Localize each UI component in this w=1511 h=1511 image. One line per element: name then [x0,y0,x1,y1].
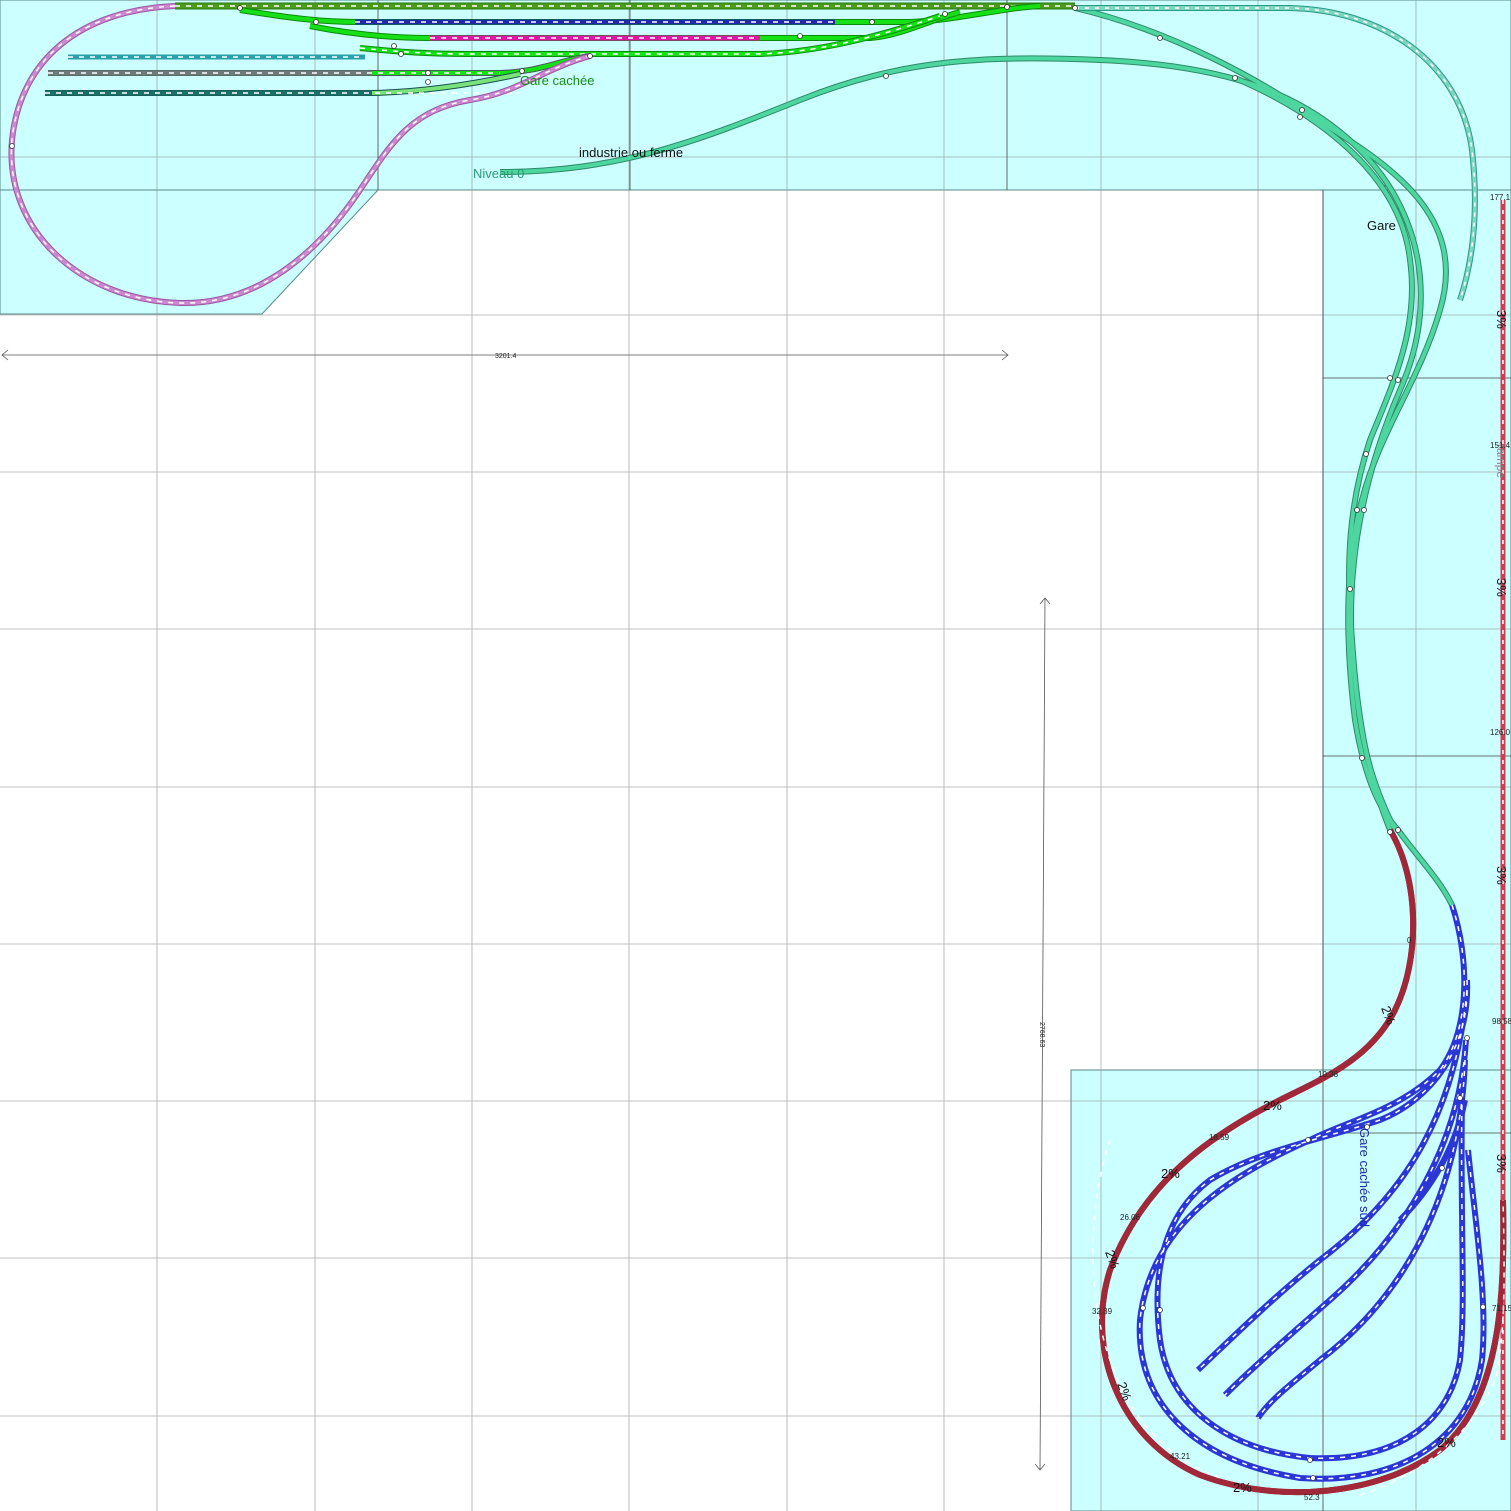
gare-cachee-label: Gare cachée [520,73,594,88]
width-dimension-value: 3201.4 [495,353,517,360]
ramp-height-5: 43.21 [1170,1452,1191,1461]
gare-label: Gare [1367,218,1396,233]
rampe-height-3: 98.58 [1492,1017,1511,1026]
dimension-lines [1,349,1051,1471]
gradient-label: 3% [1494,310,1509,329]
rampe-height-1: 151.4 [1490,441,1511,450]
ramp-height-0: 0 [1407,936,1412,945]
ramp-height-2: 18.59 [1209,1133,1230,1142]
niveau-label: Niveau 0 [473,166,524,181]
gradient-label: 2% [1233,1480,1252,1495]
gradient-label: 2% [1437,1435,1456,1450]
gradient-label: 3% [1494,578,1509,597]
rampe-height-4: 71.15 [1492,1304,1511,1313]
rampe-height-0: 177.1 [1490,193,1511,202]
gare-cachee-sud-label: Gare cachée sud [1357,1128,1372,1227]
ramp-height-6: 52.3 [1304,1493,1320,1502]
track-plan: Gare cachée industrie ou ferme Niveau 0 … [0,0,1511,1511]
ramp-height-3: 26.06 [1120,1213,1141,1222]
gradient-label: 2% [1263,1098,1282,1113]
gradient-label: 3% [1494,866,1509,885]
ramp-height-1: 10.38 [1318,1070,1339,1079]
industrie-label: industrie ou ferme [579,145,683,160]
table-boards [0,0,1511,1511]
gradient-label: 2% [1161,1166,1180,1181]
ramp-height-4: 32.39 [1092,1307,1113,1316]
gradient-label: 3% [1494,1154,1509,1173]
rampe-height-2: 126.0 [1490,728,1511,737]
height-dimension-value: 2768.63 [1038,1022,1045,1047]
